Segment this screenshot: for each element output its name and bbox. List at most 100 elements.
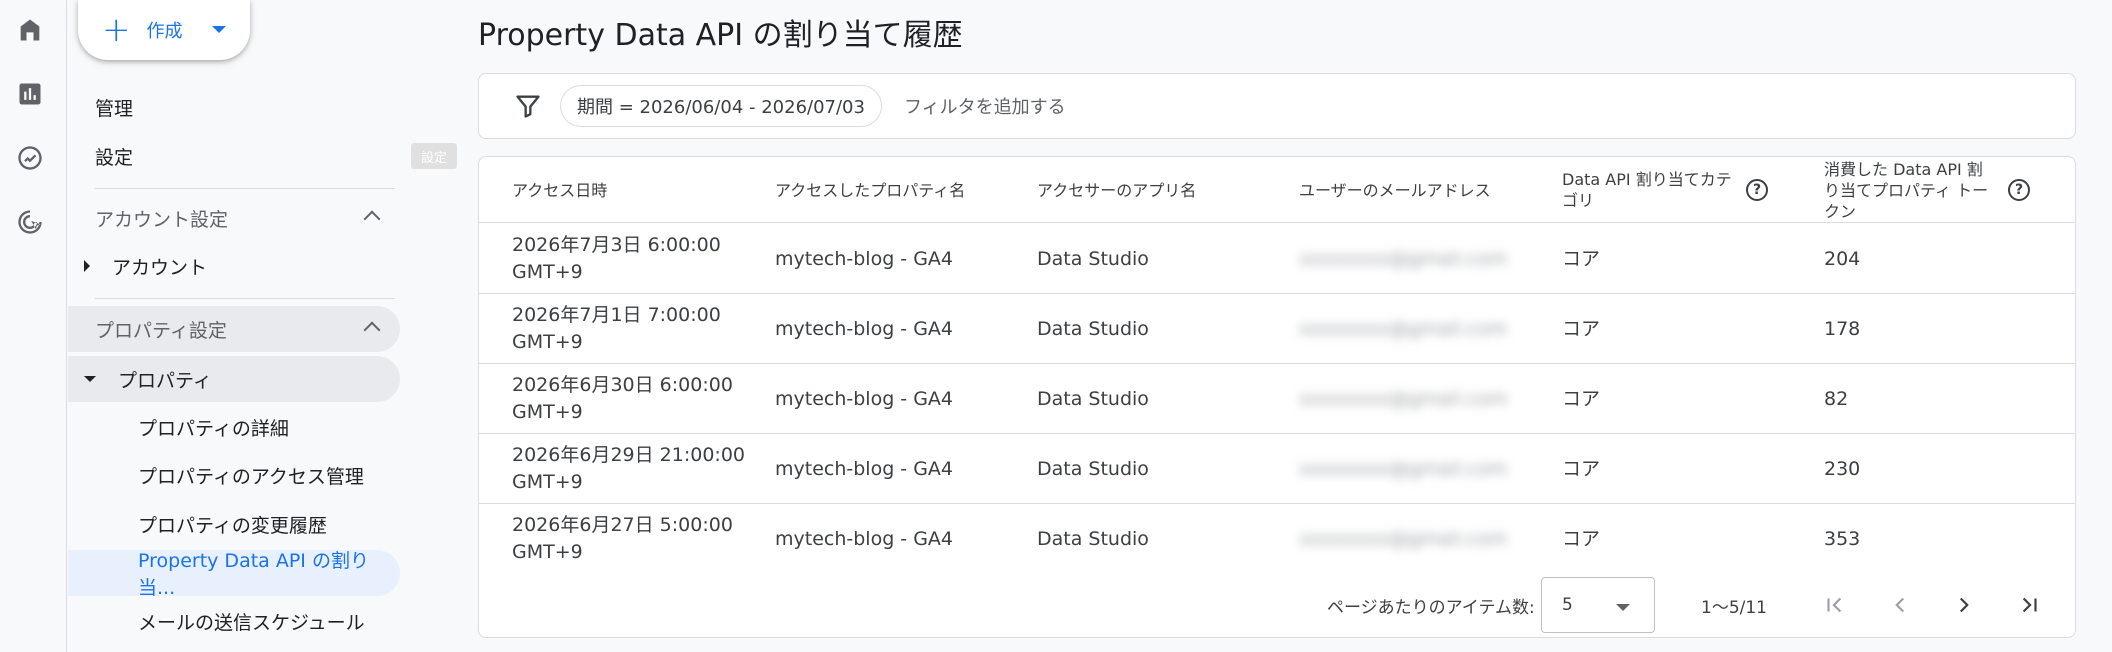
items-per-page-value: 5: [1562, 595, 1573, 615]
settings-tooltip: 設定: [411, 143, 457, 169]
nav-sub-label: プロパティのアクセス管理: [138, 465, 364, 488]
header-label: アクセス日時: [512, 180, 608, 200]
header-label: 消費した Data API 割り当てプロパティ トークン: [1824, 159, 1989, 221]
cell-timezone: GMT+9: [512, 331, 583, 353]
table-row[interactable]: 2026年6月30日 6:00:00 GMT+9 mytech-blog - G…: [479, 364, 2075, 434]
header-label: Data API 割り当てカテゴリ: [1562, 170, 1732, 210]
column-header-quota-category[interactable]: Data API 割り当てカテゴリ ?: [1562, 157, 1772, 223]
cell-category: コア: [1562, 317, 1601, 340]
cell-property: mytech-blog - GA4: [775, 457, 954, 480]
plus-icon: +: [102, 10, 131, 50]
caret-down-icon: [1616, 604, 1630, 611]
expand-right-icon: [84, 260, 90, 272]
header-label: アクセスしたプロパティ名: [775, 180, 966, 200]
nav-property-access[interactable]: プロパティのアクセス管理: [68, 452, 400, 498]
nav-property-label: プロパティ: [118, 369, 212, 392]
column-header-user-email[interactable]: ユーザーのメールアドレス: [1299, 157, 1539, 223]
last-page-button[interactable]: [2013, 589, 2045, 621]
pagination: ページあたりのアイテム数: 5 1〜5/11: [479, 573, 2075, 637]
cell-timezone: GMT+9: [512, 471, 583, 493]
icon-rail: [0, 0, 67, 652]
create-button[interactable]: + 作成: [78, 0, 250, 60]
items-per-page-label: ページあたりのアイテム数:: [1327, 598, 1535, 618]
cell-timezone: GMT+9: [512, 541, 583, 563]
nav-account[interactable]: アカウント: [68, 243, 400, 289]
first-page-button[interactable]: [1819, 589, 1851, 621]
cell-tokens: 82: [1824, 387, 1849, 410]
add-filter-link[interactable]: フィルタを追加する: [904, 93, 1066, 119]
cell-app: Data Studio: [1037, 457, 1149, 480]
cell-tokens: 178: [1824, 317, 1861, 340]
column-header-access-date[interactable]: アクセス日時: [512, 157, 752, 223]
nav-sub-label: Property Data API の割り当...: [138, 550, 369, 599]
create-button-label: 作成: [146, 21, 183, 42]
cell-property: mytech-blog - GA4: [775, 317, 954, 340]
page-title: Property Data API の割り当て履歴: [478, 18, 963, 53]
cell-date: 2026年6月29日 21:00:00: [512, 444, 745, 466]
page-range: 1〜5/11: [1701, 598, 1767, 618]
cell-access-date: 2026年7月3日 6:00:00 GMT+9: [512, 224, 752, 294]
property-settings-section[interactable]: プロパティ設定: [68, 306, 400, 352]
column-header-tokens-consumed[interactable]: 消費した Data API 割り当てプロパティ トークン ?: [1824, 157, 2054, 223]
advertising-icon[interactable]: [14, 206, 46, 238]
account-settings-section[interactable]: アカウント設定: [68, 195, 400, 241]
cell-access-date: 2026年6月29日 21:00:00 GMT+9: [512, 434, 752, 504]
first-page-icon: [1827, 597, 1842, 613]
items-per-page-select[interactable]: 5: [1541, 577, 1655, 633]
last-page-icon: [2022, 597, 2037, 613]
cell-app: Data Studio: [1037, 527, 1149, 550]
table-row[interactable]: 2026年7月3日 6:00:00 GMT+9 mytech-blog - GA…: [479, 224, 2075, 294]
cell-date: 2026年6月27日 5:00:00: [512, 514, 733, 536]
nav-admin[interactable]: 管理: [68, 84, 400, 130]
column-header-property-name[interactable]: アクセスしたプロパティ名: [775, 157, 1015, 223]
cell-property: mytech-blog - GA4: [775, 527, 954, 550]
nav-admin-label: 管理: [95, 97, 134, 120]
table-header: アクセス日時 アクセスしたプロパティ名 アクセサーのアプリ名 ユーザーのメールア…: [479, 157, 2075, 223]
cell-app: Data Studio: [1037, 387, 1149, 410]
cell-app: Data Studio: [1037, 317, 1149, 340]
nav-property[interactable]: プロパティ: [68, 356, 400, 402]
admin-sidebar: + 作成 管理 設定 設定 アカウント設定 アカウント プロパティ設定 プロパテ…: [68, 0, 468, 652]
nav-sub-label: プロパティの変更履歴: [138, 514, 327, 537]
nav-property-change-history[interactable]: プロパティの変更履歴: [68, 501, 400, 547]
previous-page-button[interactable]: [1884, 589, 1916, 621]
nav-email-schedule[interactable]: メールの送信スケジュール: [68, 598, 400, 644]
sidebar-divider: [95, 298, 395, 299]
cell-timezone: GMT+9: [512, 401, 583, 423]
date-range-filter-chip[interactable]: 期間 = 2026/06/04 - 2026/07/03: [560, 85, 882, 127]
nav-settings[interactable]: 設定: [68, 133, 400, 179]
cell-access-date: 2026年7月1日 7:00:00 GMT+9: [512, 294, 752, 364]
table-row[interactable]: 2026年7月1日 7:00:00 GMT+9 mytech-blog - GA…: [479, 294, 2075, 364]
cell-email: xxxxxxxx@gmail.com: [1299, 247, 1508, 270]
cell-email: xxxxxxxx@gmail.com: [1299, 527, 1508, 550]
nav-property-details[interactable]: プロパティの詳細: [68, 404, 400, 450]
property-settings-label: プロパティ設定: [95, 319, 227, 342]
cell-category: コア: [1562, 387, 1601, 410]
home-icon[interactable]: [14, 14, 46, 46]
table-row[interactable]: 2026年6月29日 21:00:00 GMT+9 mytech-blog - …: [479, 434, 2075, 504]
help-icon[interactable]: ?: [2008, 179, 2030, 201]
cell-tokens: 230: [1824, 457, 1861, 480]
nav-data-api-quota-history[interactable]: Property Data API の割り当...: [68, 550, 400, 599]
table-row[interactable]: 2026年6月27日 5:00:00 GMT+9 mytech-blog - G…: [479, 504, 2075, 574]
column-header-app-name[interactable]: アクセサーのアプリ名: [1037, 157, 1277, 223]
nav-settings-label: 設定: [95, 146, 134, 169]
cell-category: コア: [1562, 527, 1601, 550]
cell-tokens: 204: [1824, 247, 1861, 270]
explore-icon[interactable]: [14, 142, 46, 174]
nav-sub-label: メールの送信スケジュール: [138, 611, 365, 634]
filter-icon[interactable]: [514, 92, 542, 120]
cell-email: xxxxxxxx@gmail.com: [1299, 317, 1508, 340]
cell-timezone: GMT+9: [512, 261, 583, 283]
expand-down-icon: [84, 376, 96, 382]
reports-icon[interactable]: [14, 78, 46, 110]
header-label: アクセサーのアプリ名: [1037, 180, 1197, 200]
cell-date: 2026年7月1日 7:00:00: [512, 304, 721, 326]
nav-sub-label: プロパティの詳細: [138, 417, 289, 440]
quota-history-table: アクセス日時 アクセスしたプロパティ名 アクセサーのアプリ名 ユーザーのメールア…: [478, 156, 2076, 638]
cell-date: 2026年7月3日 6:00:00: [512, 234, 721, 256]
filter-bar: 期間 = 2026/06/04 - 2026/07/03 フィルタを追加する: [478, 73, 2076, 139]
help-icon[interactable]: ?: [1746, 179, 1768, 201]
next-page-button[interactable]: [1948, 589, 1980, 621]
caret-down-icon: [212, 26, 226, 33]
